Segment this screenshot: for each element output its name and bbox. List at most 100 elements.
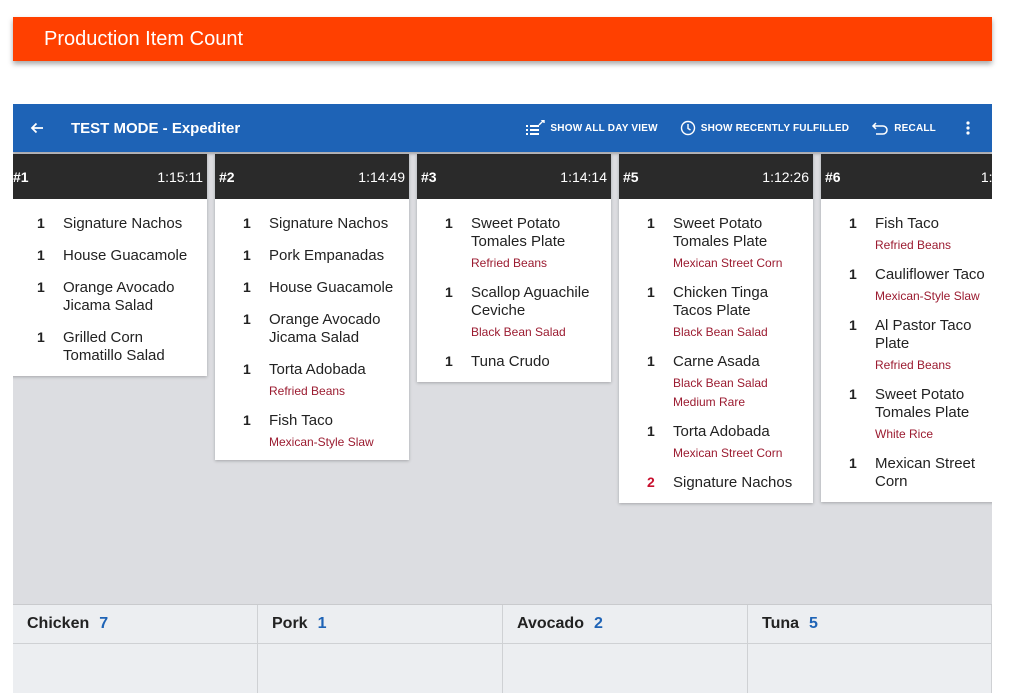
ticket-items: 1 Signature Nachos 1 Pork Empanadas 1 House G… — [215, 199, 409, 460]
item-quantity: 1 — [849, 455, 857, 471]
count-cell-chicken[interactable]: Chicken 7 — [13, 605, 258, 643]
ticket-item[interactable]: 1 House Guacamole — [215, 279, 409, 297]
item-modifier: Refried Beans — [471, 256, 548, 270]
ticket-item[interactable]: 1 Signature Nachos — [13, 215, 207, 233]
count-label: Avocado — [517, 615, 584, 632]
count-cell-empty — [503, 643, 748, 693]
item-quantity: 1 — [243, 361, 251, 377]
ticket-item[interactable]: 1 Sweet Potato Tomales Plate Refried Beans — [417, 215, 611, 270]
item-modifier: Mexican-Style Slaw — [875, 289, 980, 303]
ticket-card[interactable]: #3 1:14:14 1 Sweet Potato Tomales Plate Refr… — [417, 154, 611, 382]
item-name: Sweet Potato Tomales Plate — [471, 215, 566, 250]
item-quantity: 1 — [849, 266, 857, 282]
ticket-item[interactable]: 1 Fish Taco Mexican-Style Slaw — [215, 412, 409, 449]
item-quantity: 1 — [243, 215, 251, 231]
show-all-day-view-button[interactable]: SHOW ALL DAY VIEW — [525, 120, 658, 136]
ticket-number: #1 — [13, 168, 29, 185]
ticket-item[interactable]: 1 Signature Nachos — [215, 215, 409, 233]
recall-button[interactable]: RECALL — [871, 121, 936, 135]
item-quantity: 1 — [37, 247, 45, 263]
ticket-item[interactable]: 1 Orange Avocado Jicama Salad — [13, 279, 207, 315]
item-quantity: 1 — [647, 423, 655, 439]
item-quantity: 1 — [647, 215, 655, 231]
item-name: House Guacamole — [63, 247, 188, 264]
count-cell-pork[interactable]: Pork 1 — [258, 605, 503, 643]
show-all-day-view-label: SHOW ALL DAY VIEW — [550, 122, 658, 134]
ticket-item[interactable]: 1 Sweet Potato Tomales Plate Mexican Stree… — [619, 215, 813, 270]
item-quantity: 1 — [37, 279, 45, 295]
ticket-items: 1 Sweet Potato Tomales Plate Mexican Stree… — [619, 199, 813, 503]
ticket-item[interactable]: 1 Orange Avocado Jicama Salad — [215, 311, 409, 347]
ticket-rail: #1 1:15:11 1 Signature Nachos 1 House Guacamo… — [13, 152, 992, 572]
ticket-item[interactable]: 1 Fish Taco Refried Beans — [821, 215, 992, 252]
ticket-header: #2 1:14:49 — [215, 154, 409, 199]
ticket-item[interactable]: 1 Torta Adobada Refried Beans — [215, 361, 409, 398]
ticket-item[interactable]: 1 Chicken Tinga Tacos Plate Black Bean Sal… — [619, 284, 813, 339]
item-name: Sweet Potato Tomales Plate — [875, 386, 970, 421]
ticket-timer: 1:15:11 — [157, 168, 203, 185]
item-name: Tuna Crudo — [471, 353, 550, 370]
production-item-count-banner: Production Item Count — [13, 17, 992, 61]
back-button[interactable] — [13, 104, 61, 152]
count-label: Pork — [272, 615, 308, 632]
ticket-item[interactable]: 1 Grilled Corn Tomatillo Salad — [13, 329, 207, 365]
ticket-card[interactable]: #2 1:14:49 1 Signature Nachos 1 Pork Empanada… — [215, 154, 409, 460]
count-cell-tuna[interactable]: Tuna 5 — [748, 605, 992, 643]
undo-icon — [872, 122, 888, 135]
ticket-item[interactable]: 1 Torta Adobada Mexican Street Corn — [619, 423, 813, 460]
item-modifier: Mexican Street Corn — [673, 446, 783, 460]
item-modifier: Refried Beans — [875, 238, 952, 252]
more-vertical-icon — [966, 121, 970, 135]
item-quantity: 1 — [243, 412, 251, 428]
ticket-item[interactable]: 1 Sweet Potato Tomales Plate White Rice — [821, 386, 992, 441]
ticket-item[interactable]: 1 House Guacamole — [13, 247, 207, 265]
recall-label: RECALL — [894, 122, 936, 134]
item-quantity: 1 — [849, 317, 857, 333]
ticket-card[interactable]: #1 1:15:11 1 Signature Nachos 1 House Guacamo… — [13, 154, 207, 376]
show-recently-fulfilled-button[interactable]: SHOW RECENTLY FULFILLED — [680, 120, 850, 136]
count-value: 5 — [809, 615, 818, 632]
item-modifier: White Rice — [875, 427, 934, 441]
item-name: Fish Taco — [875, 215, 939, 232]
ticket-item[interactable]: 1 Scallop Aguachile Ceviche Black Bean Sal… — [417, 284, 611, 339]
item-name: Fish Taco — [269, 412, 333, 429]
ticket-item[interactable]: 1 Mexican Street Corn — [821, 455, 992, 491]
ticket-item[interactable]: 1 Cauliflower Taco Mexican-Style Slaw — [821, 266, 992, 303]
ticket-item[interactable]: 1 Tuna Crudo — [417, 353, 611, 371]
ticket-number: #2 — [219, 168, 235, 185]
ticket-items: 1 Fish Taco Refried Beans 1 Cauliflower Taco… — [821, 199, 992, 502]
item-quantity: 1 — [243, 247, 251, 263]
item-modifier: Black Bean Salad — [471, 325, 566, 339]
ticket-timer: 1:14:49 — [358, 168, 405, 185]
item-quantity: 1 — [849, 386, 857, 402]
item-name: Chicken Tinga Tacos Plate — [673, 284, 769, 319]
count-cell-empty — [13, 643, 258, 693]
ticket-header: #1 1:15:11 — [13, 154, 207, 199]
item-name: Signature Nachos — [673, 474, 793, 491]
banner-title: Production Item Count — [44, 27, 243, 50]
ticket-number: #3 — [421, 168, 437, 185]
ticket-timer: 1:12:26 — [762, 168, 809, 185]
ticket-card[interactable]: #5 1:12:26 1 Sweet Potato Tomales Plate Mexi… — [619, 154, 813, 503]
count-cell-avocado[interactable]: Avocado 2 — [503, 605, 748, 643]
item-name: Orange Avocado Jicama Salad — [269, 311, 381, 346]
list-expand-icon — [526, 120, 546, 135]
arrow-left-icon — [30, 122, 43, 134]
item-quantity: 1 — [243, 279, 251, 295]
item-quantity: 1 — [445, 284, 453, 300]
item-name: Al Pastor Taco Plate — [875, 317, 972, 352]
ticket-item[interactable]: 2 Signature Nachos — [619, 474, 813, 492]
ticket-timer: 1:11: — [980, 168, 992, 185]
ticket-item[interactable]: 1 Carne Asada Black Bean Salad Medium Rare — [619, 353, 813, 409]
ticket-card[interactable]: #6 1:11: 1 Fish Taco Refried Beans 1 Cauliflow… — [821, 154, 992, 502]
count-value: 7 — [99, 615, 109, 632]
ticket-item[interactable]: 1 Al Pastor Taco Plate Refried Beans — [821, 317, 992, 372]
item-name: Cauliflower Taco — [875, 266, 985, 283]
more-options-button[interactable] — [958, 121, 978, 135]
item-quantity: 1 — [647, 353, 655, 369]
item-modifier: Refried Beans — [269, 384, 346, 398]
ticket-item[interactable]: 1 Pork Empanadas — [215, 247, 409, 265]
clock-icon — [680, 120, 695, 136]
count-cell-empty — [258, 643, 503, 693]
item-quantity: 1 — [37, 329, 45, 345]
